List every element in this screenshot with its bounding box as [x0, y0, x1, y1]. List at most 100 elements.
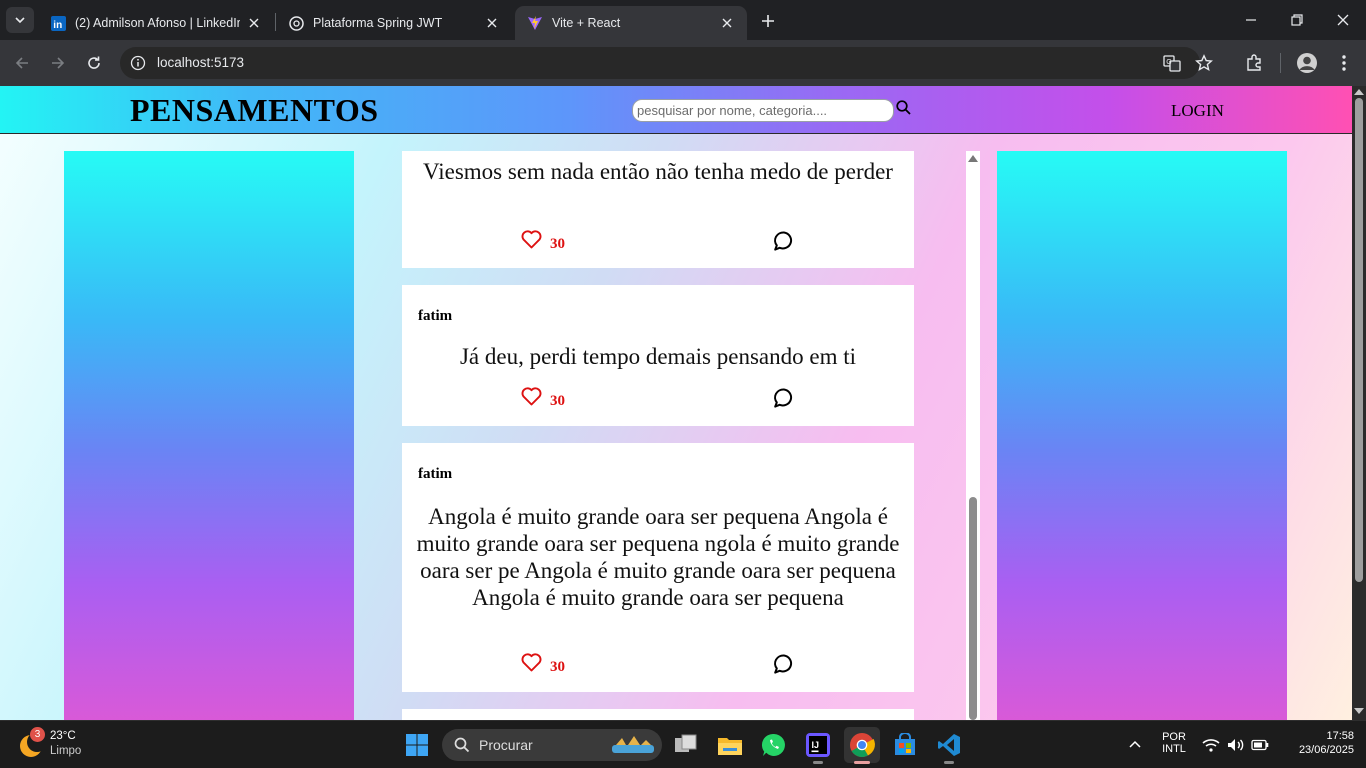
task-view-button[interactable] [668, 727, 704, 763]
translate-icon[interactable]: G [1160, 51, 1184, 75]
weather-temperature: 23°C [50, 730, 76, 742]
forward-button[interactable] [46, 51, 70, 75]
windows-icon [406, 734, 428, 756]
running-indicator [813, 761, 823, 764]
tab-vite-react[interactable]: Vite + React [515, 6, 747, 40]
close-tab-icon[interactable] [719, 15, 735, 31]
svg-text:G: G [1166, 59, 1171, 66]
keyboard-layout: INTL [1162, 743, 1186, 755]
search-input[interactable] [632, 99, 894, 122]
post-author[interactable]: fatim [418, 466, 452, 483]
tab-spring-jwt[interactable]: Plataforma Spring JWT [276, 6, 512, 40]
taskbar-search[interactable]: Procurar [442, 729, 662, 761]
heart-icon [521, 653, 542, 672]
tab-linkedin[interactable]: in (2) Admilson Afonso | LinkedIn [38, 6, 274, 40]
heart-icon [521, 230, 542, 249]
openai-icon [288, 15, 304, 31]
whatsapp-button[interactable] [756, 727, 792, 763]
minimize-button[interactable] [1239, 8, 1263, 32]
address-bar[interactable]: localhost:5173 G [120, 47, 1213, 79]
post-card: Viesmos sem nada então não tenha medo de… [402, 151, 914, 268]
feed-scrollbar-thumb[interactable] [969, 497, 977, 720]
reload-button[interactable] [82, 51, 106, 75]
restore-icon [1291, 14, 1303, 26]
tray-overflow-button[interactable] [1122, 727, 1148, 763]
like-button[interactable]: 30 [521, 387, 565, 409]
scroll-up-arrow[interactable] [968, 155, 978, 162]
post-card: fatim Já deu, perdi tempo demais pensand… [402, 285, 914, 426]
close-tab-icon[interactable] [246, 15, 262, 31]
vite-icon [527, 15, 543, 31]
restore-button[interactable] [1285, 8, 1309, 32]
toolbar-divider [1280, 53, 1281, 73]
like-count: 30 [550, 393, 565, 409]
post-author[interactable]: fatim [418, 308, 452, 325]
chevron-down-icon [15, 17, 25, 24]
login-link[interactable]: LOGIN [1171, 101, 1224, 121]
url-text: localhost:5173 [157, 55, 245, 70]
site-logo[interactable]: PENSAMENTOS [130, 92, 379, 129]
arrow-left-icon [15, 57, 28, 69]
right-sidebar-panel [997, 151, 1287, 720]
bookmark-star-icon[interactable] [1192, 51, 1216, 75]
site-header: PENSAMENTOS LOGIN [0, 86, 1352, 134]
svg-text:IJ: IJ [812, 740, 820, 750]
store-icon [895, 733, 915, 755]
site-info-icon[interactable] [128, 53, 148, 73]
feed-scrollbar[interactable] [966, 151, 980, 720]
scroll-down-arrow[interactable] [1354, 708, 1364, 714]
arrow-right-icon [52, 57, 65, 69]
start-button[interactable] [399, 727, 435, 763]
extensions-icon[interactable] [1242, 51, 1266, 75]
profile-avatar[interactable] [1295, 51, 1319, 75]
search-highlight-icon [612, 736, 654, 753]
ms-store-button[interactable] [887, 727, 923, 763]
heart-icon [521, 387, 542, 406]
language-indicator[interactable]: POR INTL [1157, 731, 1191, 755]
intellij-icon: IJ [806, 733, 830, 757]
whatsapp-icon [761, 733, 785, 756]
language-code: POR [1162, 731, 1186, 743]
svg-text:in: in [53, 20, 62, 31]
menu-kebab-icon[interactable] [1332, 51, 1356, 75]
tab-title: (2) Admilson Afonso | LinkedIn [75, 16, 240, 30]
post-text: Já deu, perdi tempo demais pensando em t… [459, 344, 856, 369]
like-button[interactable]: 30 [521, 653, 565, 675]
taskbar-search-label: Procurar [479, 737, 533, 753]
battery-icon[interactable] [1248, 727, 1272, 763]
intellij-button[interactable]: IJ [800, 727, 836, 763]
volume-icon[interactable] [1224, 727, 1248, 763]
linkedin-icon: in [50, 15, 66, 31]
page-scrollbar-thumb[interactable] [1355, 98, 1363, 582]
file-explorer-button[interactable] [712, 727, 748, 763]
post-text: Angola é muito grande oara ser pequena A… [416, 504, 900, 610]
chrome-button[interactable] [844, 727, 880, 763]
tab-search-button[interactable] [6, 7, 34, 33]
browser-toolbar: localhost:5173 G [0, 40, 1366, 86]
page-scrollbar[interactable] [1352, 86, 1366, 720]
close-tab-icon[interactable] [484, 15, 500, 31]
running-indicator [944, 761, 954, 764]
weather-widget[interactable]: 3 23°C Limpo [18, 727, 98, 763]
scroll-up-arrow[interactable] [1354, 89, 1364, 95]
clock-date: 23/06/2025 [1298, 744, 1354, 756]
chrome-icon [850, 733, 875, 758]
browser-tab-strip: in (2) Admilson Afonso | LinkedIn Plataf… [0, 0, 1366, 40]
comment-icon[interactable] [772, 652, 796, 676]
comment-icon[interactable] [772, 386, 796, 410]
like-count: 30 [550, 659, 565, 675]
like-button[interactable]: 30 [521, 230, 565, 252]
clock[interactable]: 17:58 23/06/2025 [1278, 730, 1354, 756]
search-icon[interactable] [894, 98, 912, 116]
vscode-button[interactable] [931, 727, 967, 763]
comment-icon[interactable] [772, 229, 796, 253]
active-indicator [854, 761, 870, 764]
clock-time: 17:58 [1326, 730, 1354, 742]
new-tab-button[interactable] [757, 10, 779, 32]
wifi-icon[interactable] [1200, 727, 1222, 763]
back-button[interactable] [10, 51, 34, 75]
post-card: fatim Angola é muito grande oara ser peq… [402, 443, 914, 692]
posts-feed: Viesmos sem nada então não tenha medo de… [402, 151, 914, 720]
chevron-up-icon [1129, 740, 1141, 748]
close-window-button[interactable] [1331, 8, 1355, 32]
